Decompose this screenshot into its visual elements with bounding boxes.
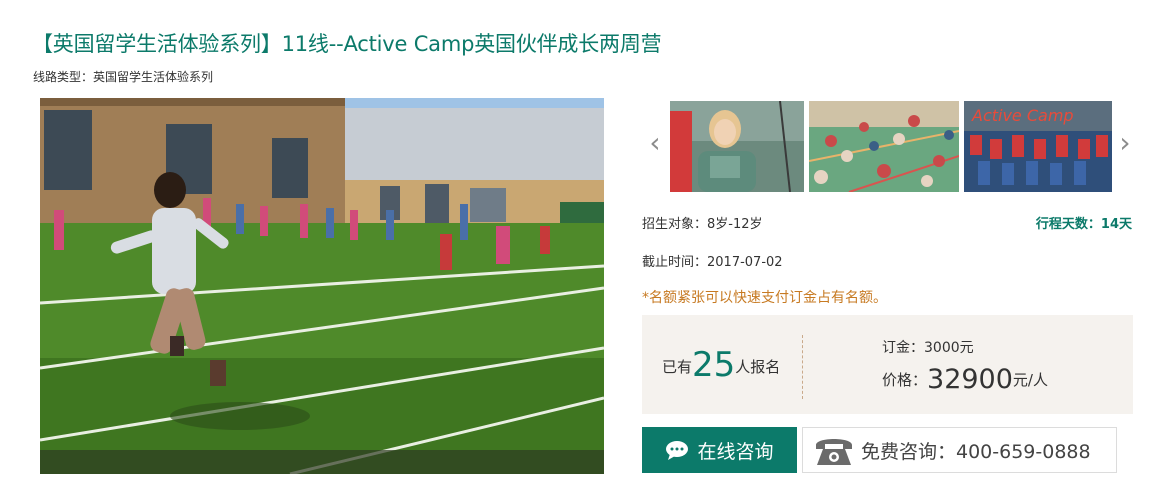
signup-count: 已有25人报名: [662, 345, 780, 385]
trip-days: 行程天数：14天: [1035, 217, 1132, 232]
price-value: 32900: [927, 364, 1013, 395]
price: 价格：32900元/人: [882, 364, 1048, 395]
phone-icon: [816, 439, 852, 465]
price-unit: 元/人: [1012, 371, 1048, 389]
notice-text: *名额紧张可以快速支付订金占有名额。: [642, 290, 887, 306]
deposit: 订金：3000元: [882, 340, 974, 356]
chevron-left-icon[interactable]: ‹: [646, 128, 664, 158]
page-title: 【英国留学生活体验系列】11线--Active Camp英国伙伴成长两周营: [32, 32, 662, 56]
target-age: 招生对象：8岁-12岁: [642, 217, 763, 232]
thumbnail-1[interactable]: [670, 101, 804, 192]
chevron-right-icon[interactable]: ›: [1116, 128, 1134, 158]
signup-suffix: 人报名: [735, 358, 781, 376]
phone-consult[interactable]: 免费咨询：400-659-0888: [802, 427, 1117, 473]
signup-number: 25: [692, 345, 736, 385]
route-type: 线路类型：英国留学生活体验系列: [33, 70, 214, 84]
thumbnail-2[interactable]: [809, 101, 959, 192]
divider: [802, 335, 803, 399]
chat-icon: [666, 441, 689, 460]
online-consult-button[interactable]: 在线咨询: [642, 427, 797, 473]
main-photo: [40, 98, 604, 474]
signup-prefix: 已有: [662, 358, 693, 376]
booking-panel: 已有25人报名 订金：3000元 价格：32900元/人: [642, 315, 1133, 414]
deadline: 截止时间：2017-07-02: [642, 255, 783, 270]
online-consult-label: 在线咨询: [697, 440, 774, 463]
price-label: 价格：: [882, 371, 928, 389]
thumbnail-3[interactable]: Active Camp: [964, 101, 1112, 192]
thumbnail-3-caption: Active Camp: [971, 106, 1074, 125]
phone-label: 免费咨询：400-659-0888: [861, 440, 1091, 463]
